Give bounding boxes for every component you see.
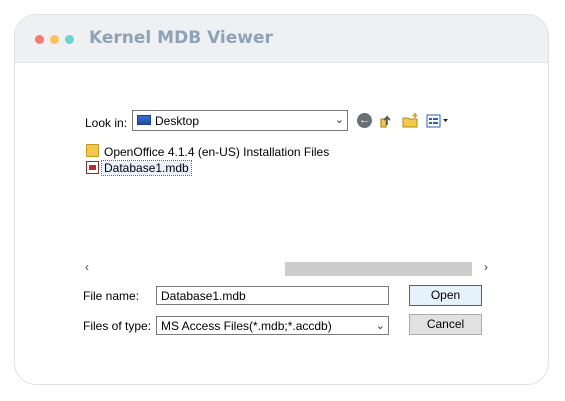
files-of-type-label: Files of type: bbox=[83, 319, 152, 333]
back-button[interactable]: ← bbox=[356, 112, 374, 130]
files-of-type-dropdown[interactable]: MS Access Files(*.mdb;*.accdb) ⌄ bbox=[156, 316, 389, 335]
new-folder-icon bbox=[402, 113, 418, 128]
file-name-input[interactable]: Database1.mdb bbox=[156, 286, 389, 305]
look-in-label: Look in: bbox=[85, 116, 128, 130]
chevron-down-icon: ⌄ bbox=[334, 114, 344, 126]
file-name-label: OpenOffice 4.1.4 (en-US) Installation Fi… bbox=[104, 145, 330, 159]
list-item-folder[interactable]: OpenOffice 4.1.4 (en-US) Installation Fi… bbox=[86, 143, 406, 160]
desktop-icon bbox=[137, 115, 151, 125]
back-arrow-icon: ← bbox=[357, 113, 372, 128]
file-name-label: File name: bbox=[83, 289, 140, 303]
look-in-dropdown[interactable]: Desktop ⌄ bbox=[132, 110, 348, 131]
scrollbar-thumb[interactable] bbox=[285, 262, 472, 276]
scroll-right-icon[interactable]: › bbox=[484, 260, 488, 274]
close-dot-icon[interactable] bbox=[35, 35, 44, 44]
minimize-dot-icon[interactable] bbox=[50, 35, 59, 44]
files-of-type-value: MS Access Files(*.mdb;*.accdb) bbox=[161, 319, 332, 333]
view-menu-button[interactable] bbox=[426, 112, 450, 130]
folder-icon bbox=[86, 144, 99, 157]
view-menu-icon bbox=[426, 114, 448, 128]
list-item-file[interactable]: Database1.mdb bbox=[86, 160, 406, 177]
mdb-file-icon bbox=[86, 161, 99, 174]
title-bar: Kernel MDB Viewer bbox=[15, 15, 548, 63]
up-folder-button[interactable] bbox=[378, 112, 396, 130]
horizontal-scrollbar[interactable]: ‹ › bbox=[85, 260, 488, 276]
cancel-button[interactable]: Cancel bbox=[409, 314, 482, 335]
new-folder-button[interactable] bbox=[402, 112, 420, 130]
scroll-left-icon[interactable]: ‹ bbox=[85, 260, 89, 274]
look-in-value: Desktop bbox=[155, 114, 200, 128]
open-button[interactable]: Open bbox=[409, 285, 482, 306]
file-name-label: Database1.mdb bbox=[101, 160, 192, 176]
file-list: OpenOffice 4.1.4 (en-US) Installation Fi… bbox=[86, 143, 406, 177]
up-folder-icon bbox=[380, 115, 391, 128]
app-title: Kernel MDB Viewer bbox=[89, 28, 273, 48]
maximize-dot-icon[interactable] bbox=[65, 35, 74, 44]
chevron-down-icon: ⌄ bbox=[375, 320, 385, 332]
